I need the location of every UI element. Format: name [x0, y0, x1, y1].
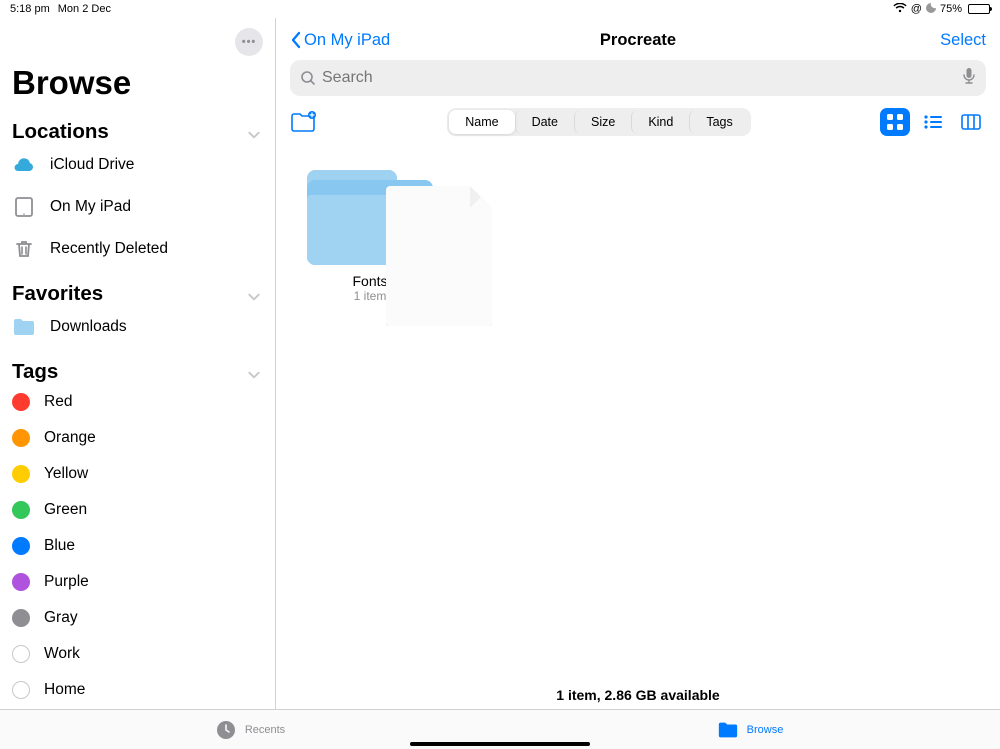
wifi-icon — [893, 3, 907, 16]
sidebar-title: Browse — [0, 56, 275, 114]
tag-label: Work — [44, 645, 80, 663]
favorites-heading: Favorites — [12, 282, 103, 306]
tag-label: Green — [44, 501, 87, 519]
sidebar: ••• Browse Locations iCloud Drive On My … — [0, 18, 276, 709]
sidebar-tag-red[interactable]: Red — [0, 384, 275, 420]
tag-dot-icon — [12, 501, 30, 519]
ipad-icon — [12, 195, 36, 219]
sort-name[interactable]: Name — [449, 110, 514, 134]
tag-label: Home — [44, 681, 85, 699]
tag-dot-icon — [12, 393, 30, 411]
sidebar-tag-yellow[interactable]: Yellow — [0, 456, 275, 492]
home-indicator[interactable] — [410, 742, 590, 746]
search-field[interactable] — [322, 69, 976, 87]
sidebar-item-icloud[interactable]: iCloud Drive — [0, 144, 275, 186]
tag-dot-icon — [12, 429, 30, 447]
sidebar-tag-gray[interactable]: Gray — [0, 600, 275, 636]
chevron-down-icon — [247, 364, 263, 380]
sidebar-item-label: iCloud Drive — [50, 156, 134, 174]
search-icon — [300, 70, 316, 86]
sort-size[interactable]: Size — [574, 110, 631, 134]
tag-label: Yellow — [44, 465, 88, 483]
view-list-button[interactable] — [918, 108, 948, 136]
chevron-down-icon — [247, 286, 263, 302]
more-button[interactable]: ••• — [235, 28, 263, 56]
folder-icon — [717, 719, 739, 741]
view-columns-button[interactable] — [956, 108, 986, 136]
sort-segmented-control[interactable]: Name Date Size Kind Tags — [447, 108, 751, 136]
sidebar-tag-work[interactable]: Work — [0, 636, 275, 672]
view-grid-button[interactable] — [880, 108, 910, 136]
sidebar-item-label: Recently Deleted — [50, 240, 168, 258]
tag-dot-icon — [12, 573, 30, 591]
tags-header[interactable]: Tags — [0, 354, 275, 384]
tag-ring-icon — [12, 645, 30, 663]
locations-heading: Locations — [12, 120, 109, 144]
folder-icon — [12, 315, 36, 339]
status-footer: 1 item, 2.86 GB available — [276, 677, 1000, 709]
sidebar-item-onmyipad[interactable]: On My iPad — [0, 186, 275, 228]
mic-icon[interactable] — [962, 67, 976, 90]
select-button[interactable]: Select — [940, 31, 986, 50]
tag-label: Blue — [44, 537, 75, 555]
content-pane: On My iPad Procreate Select Name Date Si… — [276, 18, 1000, 709]
tag-ring-icon — [12, 681, 30, 699]
sidebar-item-label: On My iPad — [50, 198, 131, 216]
sidebar-tag-orange[interactable]: Orange — [0, 420, 275, 456]
moon-icon — [926, 3, 936, 16]
cloud-icon — [12, 153, 36, 177]
new-folder-button[interactable] — [290, 111, 318, 133]
favorites-header[interactable]: Favorites — [0, 276, 275, 306]
sidebar-tag-purple[interactable]: Purple — [0, 564, 275, 600]
sidebar-item-downloads[interactable]: Downloads — [0, 306, 275, 348]
page-title: Procreate — [290, 31, 986, 50]
status-date: Mon 2 Dec — [58, 3, 111, 15]
locations-header[interactable]: Locations — [0, 114, 275, 144]
sort-date[interactable]: Date — [515, 110, 574, 134]
tag-dot-icon — [12, 609, 30, 627]
sidebar-item-recently-deleted[interactable]: Recently Deleted — [0, 228, 275, 270]
sidebar-tag-green[interactable]: Green — [0, 492, 275, 528]
at-icon: @ — [911, 3, 922, 15]
trash-icon — [12, 237, 36, 261]
sort-tags[interactable]: Tags — [689, 110, 748, 134]
sort-kind[interactable]: Kind — [631, 110, 689, 134]
tag-label: Gray — [44, 609, 78, 627]
tag-label: Orange — [44, 429, 96, 447]
status-time: 5:18 pm — [10, 3, 50, 15]
battery-icon — [968, 4, 990, 14]
tag-label: Purple — [44, 573, 89, 591]
tab-label: Browse — [747, 724, 784, 736]
clock-icon — [215, 719, 237, 741]
search-input[interactable] — [290, 60, 986, 96]
tag-dot-icon — [12, 537, 30, 555]
status-bar: 5:18 pm Mon 2 Dec @ 75% — [0, 0, 1000, 18]
sidebar-item-label: Downloads — [50, 318, 127, 336]
tag-dot-icon — [12, 465, 30, 483]
tags-heading: Tags — [12, 360, 58, 384]
battery-pct: 75% — [940, 3, 962, 15]
sidebar-tag-blue[interactable]: Blue — [0, 528, 275, 564]
chevron-down-icon — [247, 124, 263, 140]
dragged-file-preview[interactable] — [386, 186, 492, 326]
tab-label: Recents — [245, 724, 285, 736]
tag-label: Red — [44, 393, 72, 411]
sidebar-tag-home[interactable]: Home — [0, 672, 275, 708]
